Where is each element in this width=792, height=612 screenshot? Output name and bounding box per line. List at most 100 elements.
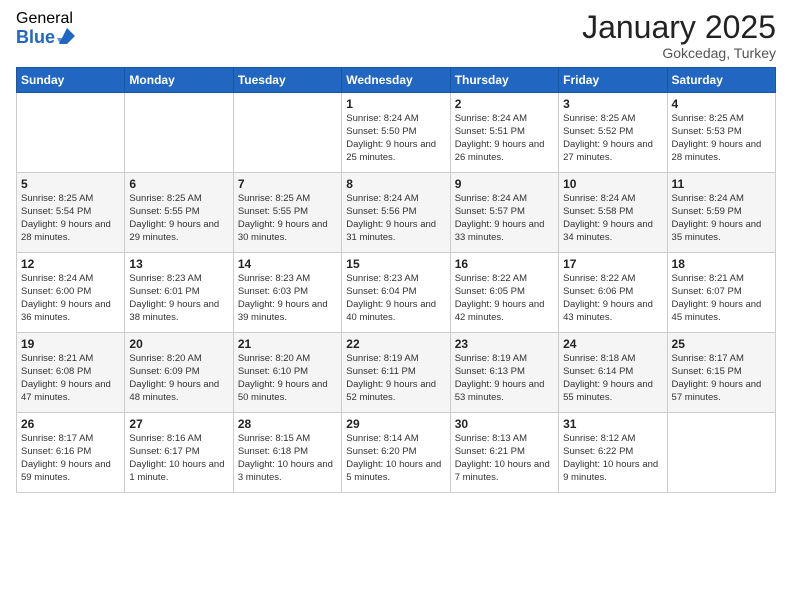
day-number: 14: [238, 257, 337, 271]
cell-content: Sunrise: 8:25 AMSunset: 5:55 PMDaylight:…: [238, 193, 328, 242]
calendar-cell-day-5: 5 Sunrise: 8:25 AMSunset: 5:54 PMDaylight…: [17, 173, 125, 253]
col-header-saturday: Saturday: [667, 68, 775, 93]
calendar-cell-day-21: 21 Sunrise: 8:20 AMSunset: 6:10 PMDayligh…: [233, 333, 341, 413]
cell-content: Sunrise: 8:24 AMSunset: 5:57 PMDaylight:…: [455, 193, 545, 242]
cell-content: Sunrise: 8:17 AMSunset: 6:16 PMDaylight:…: [21, 433, 111, 482]
title-block: January 2025 Gokcedag, Turkey: [582, 10, 776, 61]
day-number: 29: [346, 417, 445, 431]
day-number: 16: [455, 257, 554, 271]
cell-content: Sunrise: 8:24 AMSunset: 5:50 PMDaylight:…: [346, 113, 436, 162]
day-number: 1: [346, 97, 445, 111]
calendar-cell-day-16: 16 Sunrise: 8:22 AMSunset: 6:05 PMDayligh…: [450, 253, 558, 333]
calendar-cell-day-29: 29 Sunrise: 8:14 AMSunset: 6:20 PMDayligh…: [342, 413, 450, 493]
calendar-cell-day-30: 30Sunrise: 8:13 AMSunset: 6:21 PMDayligh…: [450, 413, 558, 493]
cell-content: Sunrise: 8:25 AMSunset: 5:54 PMDaylight:…: [21, 193, 111, 242]
cell-content: Sunrise: 8:16 AMSunset: 6:17 PMDaylight:…: [129, 433, 224, 482]
calendar-week-row: 12 Sunrise: 8:24 AMSunset: 6:00 PMDayligh…: [17, 253, 776, 333]
calendar-cell-day-8: 8Sunrise: 8:24 AMSunset: 5:56 PMDaylight…: [342, 173, 450, 253]
calendar-table: SundayMondayTuesdayWednesdayThursdayFrid…: [16, 67, 776, 493]
logo-blue: Blue: [16, 28, 55, 48]
calendar-cell-day-27: 27Sunrise: 8:16 AMSunset: 6:17 PMDayligh…: [125, 413, 233, 493]
cell-content: Sunrise: 8:20 AMSunset: 6:09 PMDaylight:…: [129, 353, 219, 402]
calendar-cell-day-13: 13Sunrise: 8:23 AMSunset: 6:01 PMDayligh…: [125, 253, 233, 333]
calendar-cell-day-19: 19 Sunrise: 8:21 AMSunset: 6:08 PMDayligh…: [17, 333, 125, 413]
calendar-cell-day-12: 12 Sunrise: 8:24 AMSunset: 6:00 PMDayligh…: [17, 253, 125, 333]
cell-content: Sunrise: 8:25 AMSunset: 5:53 PMDaylight:…: [672, 113, 762, 162]
day-number: 12: [21, 257, 120, 271]
calendar-header-row: SundayMondayTuesdayWednesdayThursdayFrid…: [17, 68, 776, 93]
day-number: 19: [21, 337, 120, 351]
day-number: 2: [455, 97, 554, 111]
col-header-thursday: Thursday: [450, 68, 558, 93]
day-number: 30: [455, 417, 554, 431]
cell-content: Sunrise: 8:23 AMSunset: 6:03 PMDaylight:…: [238, 273, 328, 322]
cell-content: Sunrise: 8:21 AMSunset: 6:07 PMDaylight:…: [672, 273, 762, 322]
calendar-week-row: 1 Sunrise: 8:24 AMSunset: 5:50 PMDaylight…: [17, 93, 776, 173]
day-number: 10: [563, 177, 662, 191]
day-number: 9: [455, 177, 554, 191]
day-number: 18: [672, 257, 771, 271]
cell-content: Sunrise: 8:19 AMSunset: 6:13 PMDaylight:…: [455, 353, 545, 402]
calendar-cell-empty: [17, 93, 125, 173]
day-number: 28: [238, 417, 337, 431]
calendar-cell-day-15: 15Sunrise: 8:23 AMSunset: 6:04 PMDayligh…: [342, 253, 450, 333]
day-number: 5: [21, 177, 120, 191]
col-header-friday: Friday: [559, 68, 667, 93]
calendar-cell-day-6: 6Sunrise: 8:25 AMSunset: 5:55 PMDaylight…: [125, 173, 233, 253]
cell-content: Sunrise: 8:21 AMSunset: 6:08 PMDaylight:…: [21, 353, 111, 402]
cell-content: Sunrise: 8:22 AMSunset: 6:05 PMDaylight:…: [455, 273, 545, 322]
logo-icon: [57, 26, 75, 46]
cell-content: Sunrise: 8:24 AMSunset: 5:59 PMDaylight:…: [672, 193, 762, 242]
calendar-cell-day-14: 14 Sunrise: 8:23 AMSunset: 6:03 PMDayligh…: [233, 253, 341, 333]
calendar-cell-day-4: 4Sunrise: 8:25 AMSunset: 5:53 PMDaylight…: [667, 93, 775, 173]
day-number: 17: [563, 257, 662, 271]
header: General Blue January 2025 Gokcedag, Turk…: [16, 10, 776, 61]
day-number: 11: [672, 177, 771, 191]
day-number: 21: [238, 337, 337, 351]
cell-content: Sunrise: 8:14 AMSunset: 6:20 PMDaylight:…: [346, 433, 441, 482]
logo-general: General: [16, 10, 75, 28]
col-header-sunday: Sunday: [17, 68, 125, 93]
calendar-cell-day-7: 7 Sunrise: 8:25 AMSunset: 5:55 PMDaylight…: [233, 173, 341, 253]
calendar-cell-empty: [667, 413, 775, 493]
day-number: 31: [563, 417, 662, 431]
page: General Blue January 2025 Gokcedag, Turk…: [0, 0, 792, 612]
calendar-week-row: 19 Sunrise: 8:21 AMSunset: 6:08 PMDayligh…: [17, 333, 776, 413]
calendar-cell-day-18: 18 Sunrise: 8:21 AMSunset: 6:07 PMDayligh…: [667, 253, 775, 333]
cell-content: Sunrise: 8:23 AMSunset: 6:01 PMDaylight:…: [129, 273, 219, 322]
calendar-cell-empty: [125, 93, 233, 173]
col-header-monday: Monday: [125, 68, 233, 93]
calendar-cell-day-11: 11 Sunrise: 8:24 AMSunset: 5:59 PMDayligh…: [667, 173, 775, 253]
cell-content: Sunrise: 8:18 AMSunset: 6:14 PMDaylight:…: [563, 353, 653, 402]
cell-content: Sunrise: 8:25 AMSunset: 5:52 PMDaylight:…: [563, 113, 653, 162]
calendar-cell-day-20: 20 Sunrise: 8:20 AMSunset: 6:09 PMDayligh…: [125, 333, 233, 413]
calendar-cell-day-2: 2 Sunrise: 8:24 AMSunset: 5:51 PMDaylight…: [450, 93, 558, 173]
calendar-cell-day-3: 3 Sunrise: 8:25 AMSunset: 5:52 PMDaylight…: [559, 93, 667, 173]
calendar-week-row: 26Sunrise: 8:17 AMSunset: 6:16 PMDayligh…: [17, 413, 776, 493]
day-number: 24: [563, 337, 662, 351]
calendar-cell-day-23: 23 Sunrise: 8:19 AMSunset: 6:13 PMDayligh…: [450, 333, 558, 413]
cell-content: Sunrise: 8:24 AMSunset: 6:00 PMDaylight:…: [21, 273, 111, 322]
location-subtitle: Gokcedag, Turkey: [582, 45, 776, 61]
calendar-cell-day-10: 10Sunrise: 8:24 AMSunset: 5:58 PMDayligh…: [559, 173, 667, 253]
day-number: 8: [346, 177, 445, 191]
day-number: 22: [346, 337, 445, 351]
calendar-cell-day-26: 26Sunrise: 8:17 AMSunset: 6:16 PMDayligh…: [17, 413, 125, 493]
month-title: January 2025: [582, 10, 776, 45]
day-number: 7: [238, 177, 337, 191]
cell-content: Sunrise: 8:23 AMSunset: 6:04 PMDaylight:…: [346, 273, 436, 322]
day-number: 20: [129, 337, 228, 351]
cell-content: Sunrise: 8:15 AMSunset: 6:18 PMDaylight:…: [238, 433, 333, 482]
day-number: 3: [563, 97, 662, 111]
cell-content: Sunrise: 8:22 AMSunset: 6:06 PMDaylight:…: [563, 273, 653, 322]
calendar-cell-day-1: 1 Sunrise: 8:24 AMSunset: 5:50 PMDaylight…: [342, 93, 450, 173]
calendar-cell-day-22: 22Sunrise: 8:19 AMSunset: 6:11 PMDayligh…: [342, 333, 450, 413]
cell-content: Sunrise: 8:24 AMSunset: 5:51 PMDaylight:…: [455, 113, 545, 162]
col-header-tuesday: Tuesday: [233, 68, 341, 93]
cell-content: Sunrise: 8:20 AMSunset: 6:10 PMDaylight:…: [238, 353, 328, 402]
calendar-cell-day-24: 24 Sunrise: 8:18 AMSunset: 6:14 PMDayligh…: [559, 333, 667, 413]
calendar-week-row: 5 Sunrise: 8:25 AMSunset: 5:54 PMDaylight…: [17, 173, 776, 253]
cell-content: Sunrise: 8:12 AMSunset: 6:22 PMDaylight:…: [563, 433, 658, 482]
day-number: 6: [129, 177, 228, 191]
day-number: 23: [455, 337, 554, 351]
